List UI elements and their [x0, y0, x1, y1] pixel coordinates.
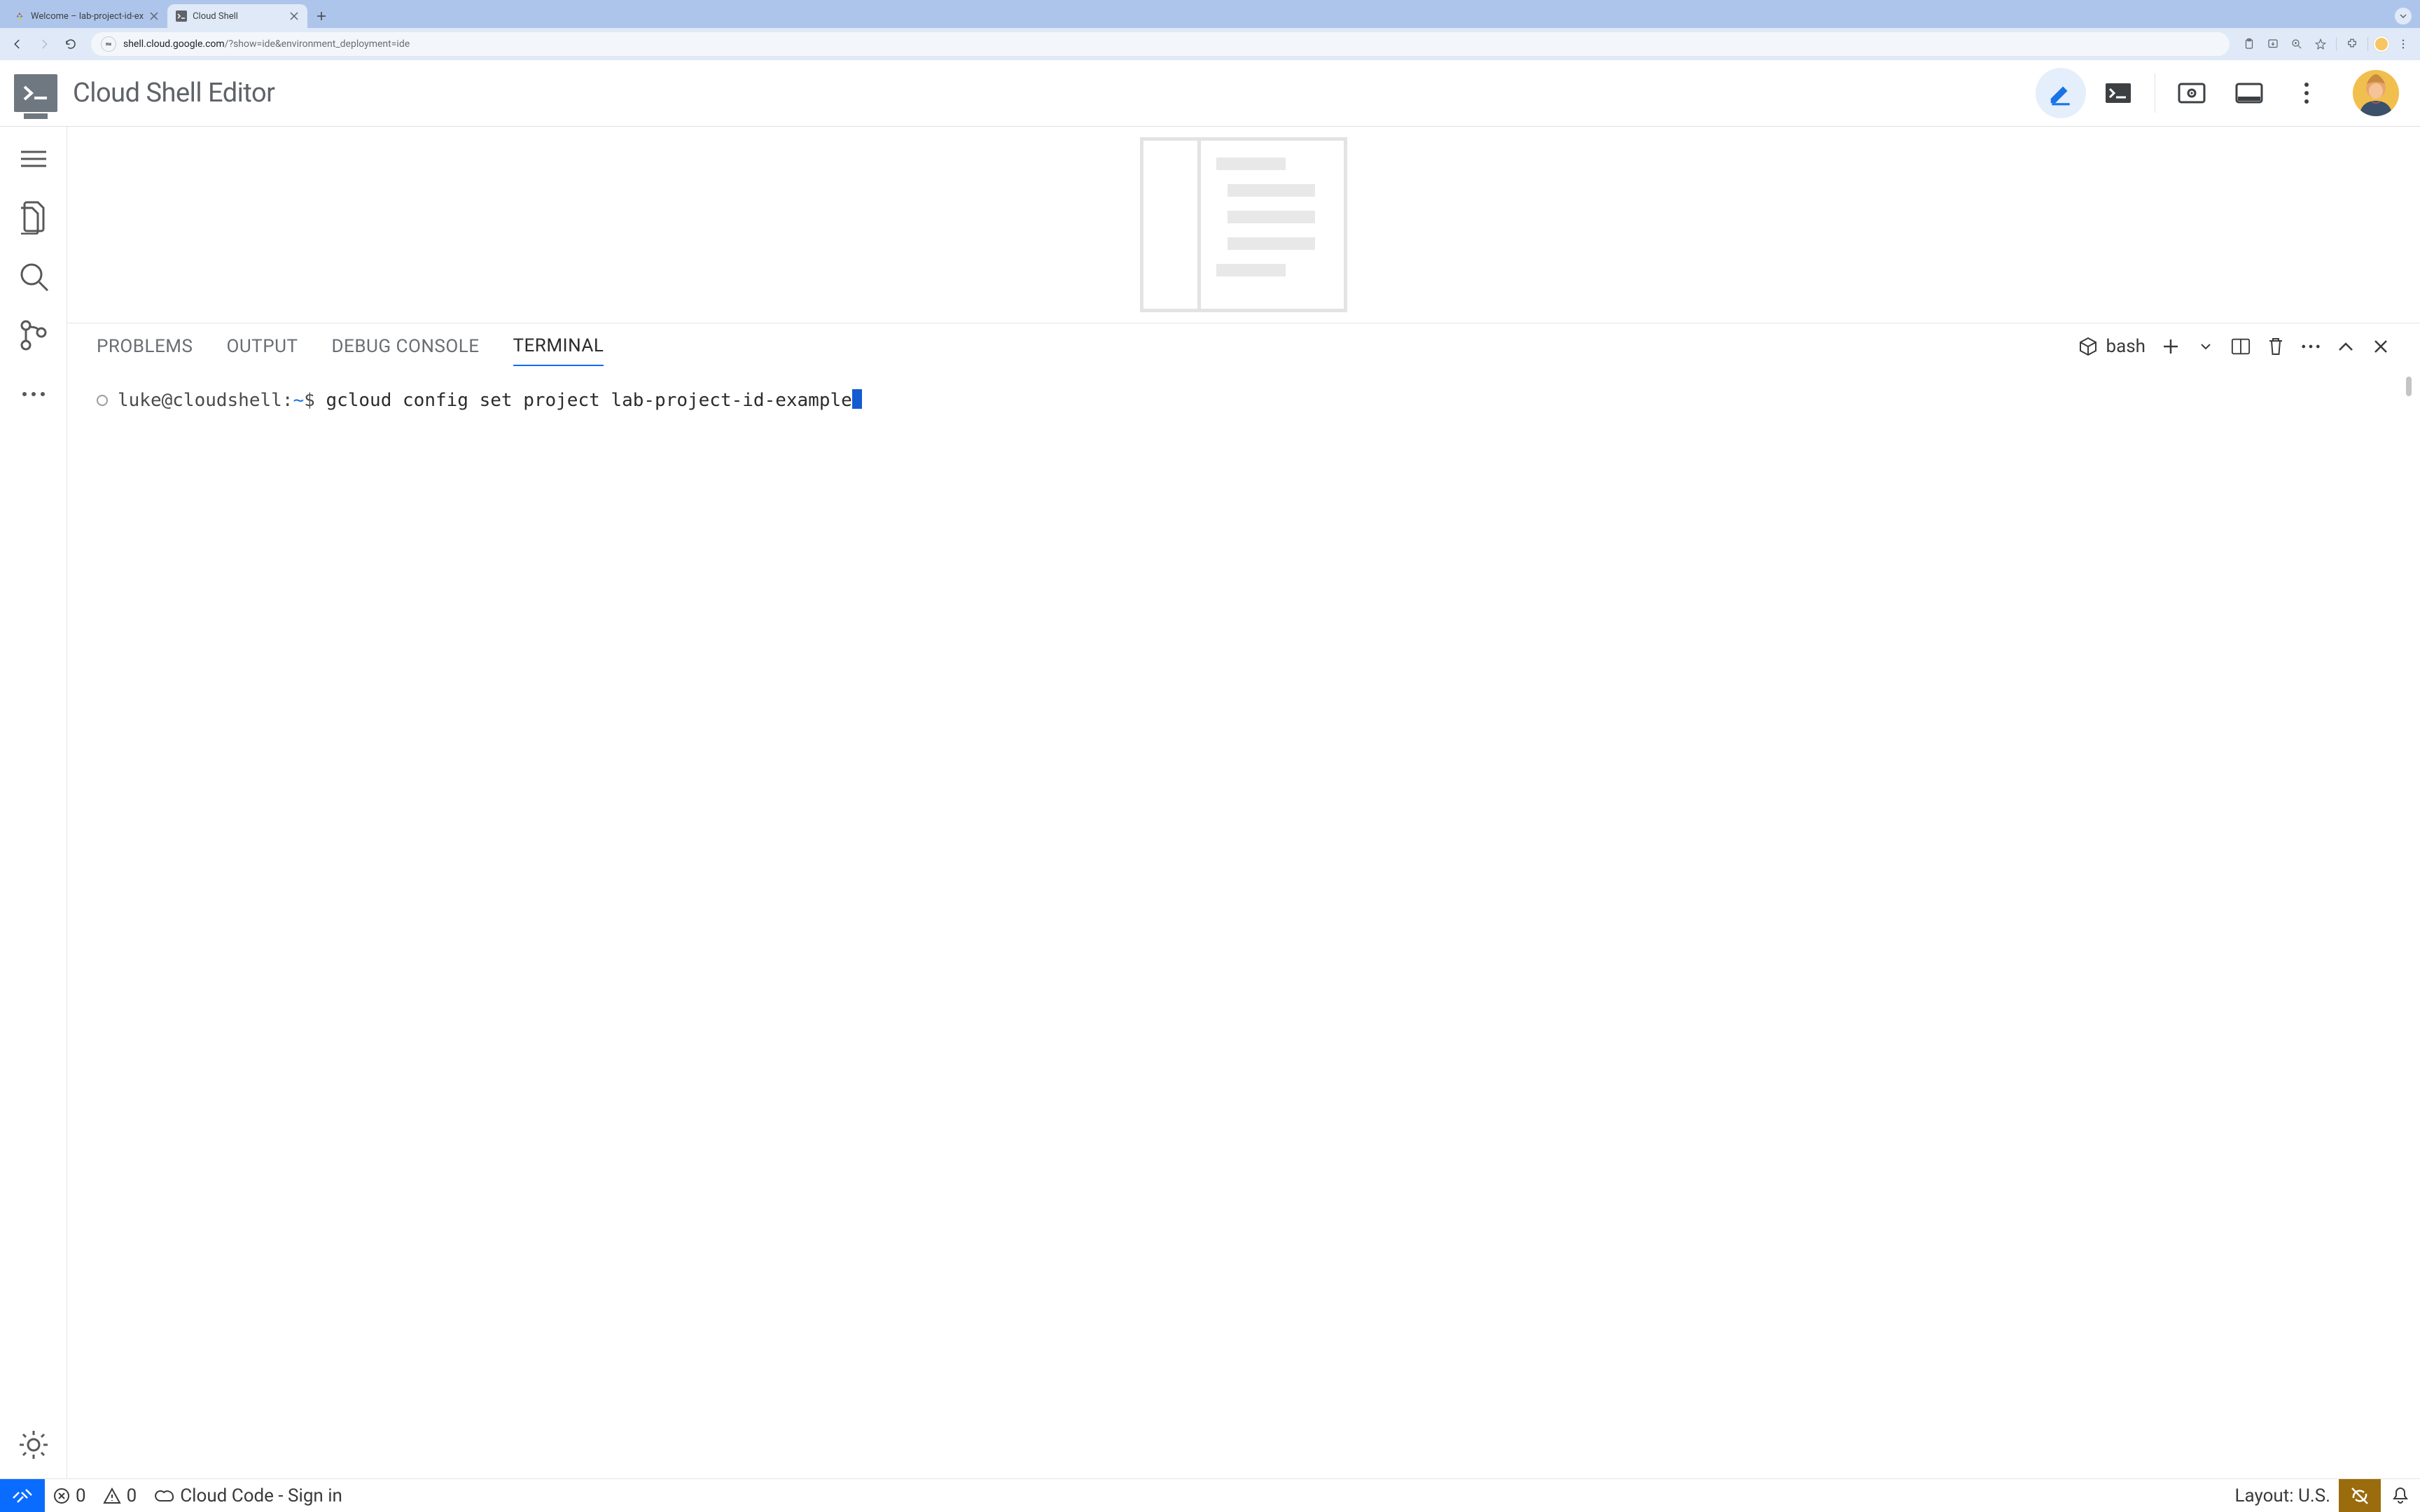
close-icon[interactable]	[289, 11, 299, 21]
new-tab-button[interactable]	[312, 6, 331, 26]
terminal-scrollbar[interactable]	[2406, 377, 2412, 396]
prompt-status-icon	[97, 395, 108, 406]
forward-button[interactable]	[34, 34, 55, 55]
warnings-status[interactable]: 0	[95, 1479, 146, 1512]
terminal-prompt: luke@cloudshell:~$ gcloud config set pro…	[118, 389, 862, 411]
tab-strip: Welcome – lab-project-id-ex Cloud Shell	[0, 0, 2420, 28]
kill-terminal-button[interactable]	[2266, 337, 2286, 356]
shell-selector[interactable]: bash	[2078, 336, 2146, 357]
menu-button[interactable]	[17, 142, 50, 176]
explorer-button[interactable]	[17, 201, 50, 234]
cloud-shell-logo-icon	[14, 74, 57, 112]
bookmark-icon[interactable]	[2311, 34, 2330, 54]
status-bar: 0 0 Cloud Code - Sign in Layout: U.S.	[0, 1478, 2420, 1512]
source-control-button[interactable]	[17, 318, 50, 352]
cloud-code-status[interactable]: Cloud Code - Sign in	[145, 1479, 351, 1512]
editor-area: PROBLEMS OUTPUT DEBUG CONSOLE TERMINAL b…	[67, 127, 2420, 1478]
user-avatar[interactable]	[2353, 70, 2399, 116]
cube-icon	[2078, 337, 2098, 356]
clipboard-icon[interactable]	[2239, 34, 2259, 54]
close-panel-button[interactable]	[2371, 337, 2391, 356]
activity-bar	[0, 127, 67, 1478]
shell-name: bash	[2106, 336, 2146, 357]
layout-status[interactable]: Layout: U.S.	[2227, 1479, 2339, 1512]
bottom-panel: PROBLEMS OUTPUT DEBUG CONSOLE TERMINAL b…	[67, 323, 2420, 1478]
extensions-icon[interactable]	[2342, 34, 2362, 54]
tab-output[interactable]: OUTPUT	[226, 328, 298, 365]
app-header: Cloud Shell Editor	[0, 60, 2420, 127]
tab-title: Welcome – lab-project-id-ex	[31, 11, 144, 22]
address-bar[interactable]: shell.cloud.google.com/?show=ide&environ…	[91, 32, 2230, 56]
terminal-mode-button[interactable]	[2093, 68, 2143, 118]
browser-toolbar: shell.cloud.google.com/?show=ide&environ…	[0, 28, 2420, 60]
error-icon	[53, 1488, 70, 1504]
window-dropdown-button[interactable]	[2395, 8, 2412, 24]
panel-tabs: PROBLEMS OUTPUT DEBUG CONSOLE TERMINAL b…	[67, 323, 2420, 370]
remote-button[interactable]	[0, 1479, 45, 1512]
install-icon[interactable]	[2263, 34, 2283, 54]
zoom-icon[interactable]	[2287, 34, 2307, 54]
search-button[interactable]	[17, 260, 50, 293]
tab-title: Cloud Shell	[193, 11, 284, 22]
panel-actions: bash	[2078, 336, 2391, 357]
reload-button[interactable]	[60, 34, 81, 55]
overflow-button[interactable]	[17, 377, 50, 411]
site-info-icon[interactable]	[101, 36, 116, 52]
tab-debug-console[interactable]: DEBUG CONSOLE	[331, 328, 479, 365]
split-terminal-button[interactable]	[2231, 337, 2251, 356]
favicon-terminal-icon	[176, 10, 187, 22]
cursor	[852, 389, 862, 409]
header-actions	[2036, 68, 2399, 118]
terminal-dropdown-button[interactable]	[2196, 337, 2216, 356]
cloud-icon	[153, 1488, 174, 1504]
toolbar-right	[2239, 34, 2413, 54]
toolbar-separator	[2336, 37, 2337, 51]
notifications-button[interactable]	[2381, 1479, 2420, 1512]
tab-terminal[interactable]: TERMINAL	[513, 327, 604, 366]
cloud-code-label: Cloud Code - Sign in	[180, 1485, 342, 1506]
tab-problems[interactable]: PROBLEMS	[97, 328, 193, 365]
back-button[interactable]	[7, 34, 28, 55]
close-icon[interactable]	[149, 11, 159, 21]
editor-empty-state	[67, 127, 2420, 323]
kebab-menu-icon[interactable]	[2393, 34, 2413, 54]
terminal-view[interactable]: luke@cloudshell:~$ gcloud config set pro…	[67, 370, 2420, 1478]
more-menu-button[interactable]	[2281, 68, 2332, 118]
browser-tab[interactable]: Welcome – lab-project-id-ex	[6, 4, 167, 28]
editor-mode-button[interactable]	[2036, 68, 2086, 118]
errors-count: 0	[76, 1485, 86, 1506]
browser-tab[interactable]: Cloud Shell	[167, 4, 307, 28]
panel-overflow-button[interactable]	[2301, 337, 2321, 356]
status-right: Layout: U.S.	[2227, 1479, 2420, 1512]
favicon-cloud-icon	[14, 10, 25, 22]
warning-icon	[103, 1488, 121, 1504]
toolbar-separator	[2367, 37, 2368, 51]
app-body: PROBLEMS OUTPUT DEBUG CONSOLE TERMINAL b…	[0, 127, 2420, 1478]
empty-doc-icon	[1140, 137, 1347, 312]
browser-chrome: Welcome – lab-project-id-ex Cloud Shell	[0, 0, 2420, 60]
open-new-window-button[interactable]	[2224, 68, 2274, 118]
layout-label: Layout: U.S.	[2235, 1485, 2331, 1506]
profile-avatar[interactable]	[2374, 36, 2389, 52]
terminal-line: luke@cloudshell:~$ gcloud config set pro…	[97, 389, 2391, 411]
warnings-count: 0	[127, 1485, 137, 1506]
url-text: shell.cloud.google.com/?show=ide&environ…	[123, 38, 410, 50]
maximize-panel-button[interactable]	[2336, 337, 2356, 356]
sync-disabled-button[interactable]	[2339, 1479, 2381, 1512]
status-left: 0 0 Cloud Code - Sign in	[0, 1479, 351, 1512]
settings-gear-button[interactable]	[17, 1428, 50, 1462]
logo-block: Cloud Shell Editor	[14, 74, 275, 112]
app-title: Cloud Shell Editor	[73, 78, 275, 108]
new-terminal-button[interactable]	[2161, 337, 2181, 356]
preview-button[interactable]	[2167, 68, 2217, 118]
errors-status[interactable]: 0	[45, 1479, 95, 1512]
